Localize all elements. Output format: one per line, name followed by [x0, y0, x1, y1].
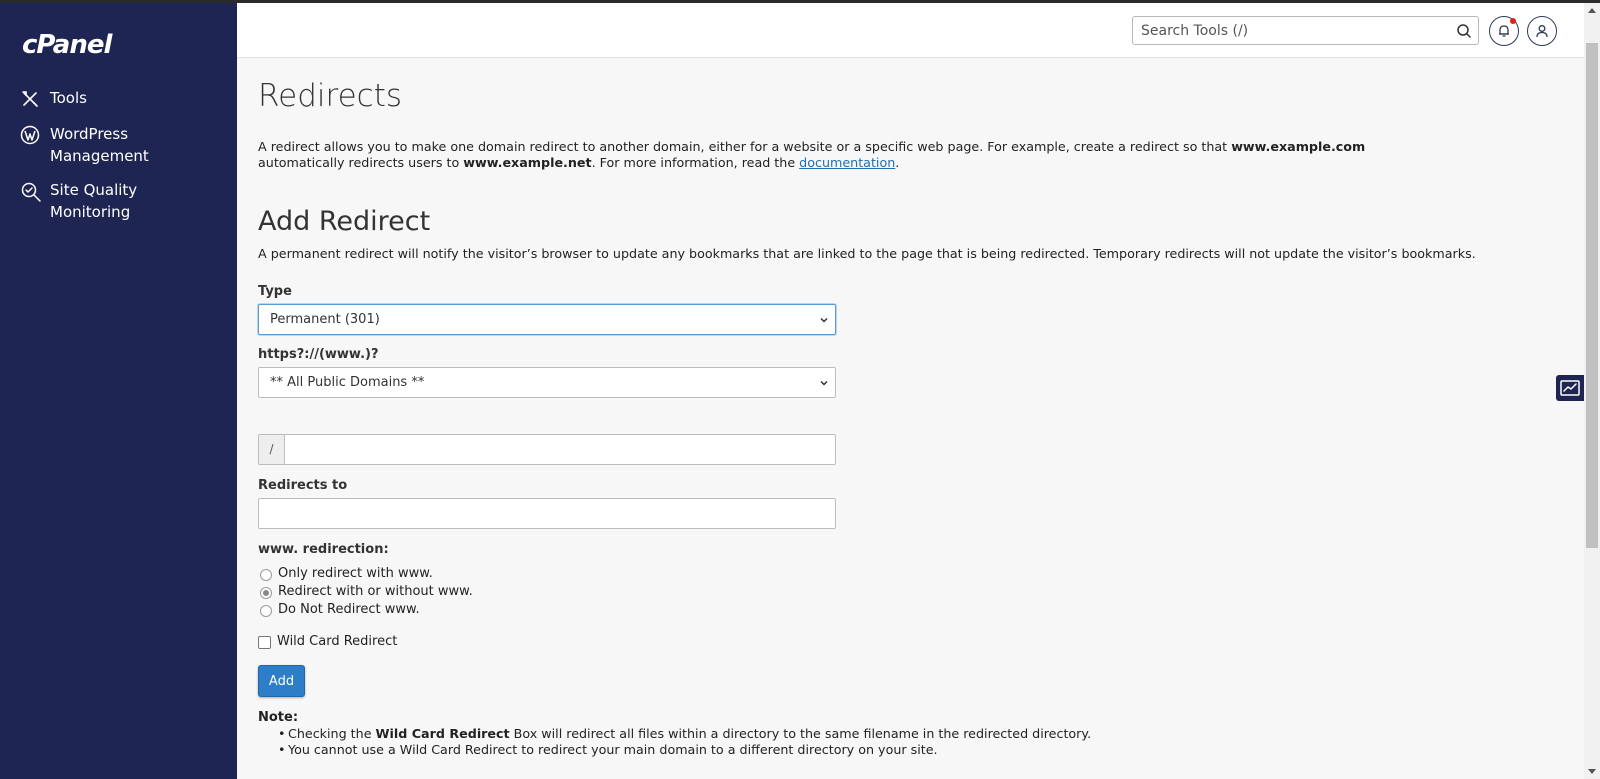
user-account-button[interactable]	[1527, 16, 1557, 46]
note-item: Checking the Wild Card Redirect Box will…	[278, 726, 1091, 742]
redirects-to-input[interactable]	[258, 498, 836, 529]
stats-widget-tab[interactable]	[1556, 375, 1584, 401]
radio-button[interactable]	[260, 569, 272, 581]
add-button[interactable]: Add	[258, 665, 305, 697]
domain-select[interactable]: ** All Public Domains **	[258, 367, 836, 398]
redirects-to-label: Redirects to	[258, 478, 348, 493]
path-input[interactable]	[286, 435, 834, 464]
type-select[interactable]: Permanent (301)	[258, 304, 836, 335]
note-item: You cannot use a Wild Card Redirect to r…	[278, 742, 1091, 758]
bell-icon	[1499, 25, 1509, 37]
radio-do-not-redirect-www[interactable]: Do Not Redirect www.	[260, 602, 420, 617]
add-redirect-description: A permanent redirect will notify the vis…	[258, 246, 1476, 261]
note-title: Note:	[258, 710, 299, 725]
notification-badge	[1510, 18, 1516, 24]
sidebar-item-label: Site Quality Monitoring	[50, 181, 138, 221]
intro-domain-example-net: www.example.net	[463, 155, 592, 170]
radio-label: Do Not Redirect www.	[278, 602, 420, 617]
note-text: Box will redirect all files within a dir…	[509, 726, 1092, 741]
page-title: Redirects	[258, 78, 402, 114]
radio-label: Redirect with or without www.	[278, 584, 473, 599]
radio-with-or-without-www[interactable]: Redirect with or without www.	[260, 584, 473, 599]
site-quality-icon	[20, 181, 42, 203]
scroll-thumb[interactable]	[1586, 43, 1598, 548]
chevron-down-icon	[820, 380, 828, 386]
sidebar-item-wordpress-management[interactable]: WordPress Management	[0, 123, 237, 167]
note-list: Checking the Wild Card Redirect Box will…	[278, 726, 1091, 758]
www-redirection-label: www. redirection:	[258, 542, 389, 557]
type-select-value: Permanent (301)	[270, 312, 380, 327]
scroll-down-arrow[interactable]	[1588, 769, 1596, 774]
domain-label: https?://(www.)?	[258, 347, 379, 362]
radio-button[interactable]	[260, 587, 272, 599]
type-label: Type	[258, 284, 292, 299]
path-input-group: /	[258, 434, 836, 465]
path-prefix: /	[259, 435, 285, 464]
chart-trend-icon	[1560, 380, 1580, 396]
note-text: Checking the	[288, 726, 376, 741]
page-scrollbar[interactable]	[1584, 3, 1600, 779]
note-text: You cannot use a Wild Card Redirect to r…	[288, 742, 938, 757]
wildcard-redirect-label: Wild Card Redirect	[277, 634, 398, 649]
radio-button[interactable]	[260, 605, 272, 617]
sidebar-item-label: WordPress Management	[50, 125, 149, 165]
search-tools[interactable]	[1132, 16, 1479, 45]
wildcard-redirect-checkbox[interactable]	[258, 636, 271, 649]
intro-text: A redirect allows you to make one domain…	[258, 139, 1438, 171]
wildcard-redirect-option[interactable]: Wild Card Redirect	[258, 634, 397, 649]
user-icon	[1536, 25, 1548, 38]
sidebar-item-label: Tools	[50, 89, 87, 107]
sidebar-nav: Tools WordPress Management Site Quality …	[0, 87, 237, 235]
intro-domain-example-com: www.example.com	[1231, 139, 1366, 154]
search-icon[interactable]	[1456, 23, 1472, 39]
intro-text-part: A redirect allows you to make one domain…	[258, 139, 1232, 154]
note-bold-text: Wild Card Redirect	[375, 726, 510, 741]
intro-text-part: . For more information, read the	[591, 155, 800, 170]
sidebar-item-site-quality-monitoring[interactable]: Site Quality Monitoring	[0, 179, 237, 223]
scroll-up-arrow[interactable]	[1588, 8, 1596, 13]
notifications-button[interactable]	[1489, 16, 1519, 46]
top-bar	[237, 3, 1584, 58]
sidebar-item-tools[interactable]: Tools	[0, 87, 237, 111]
radio-label: Only redirect with www.	[278, 566, 433, 581]
chevron-down-icon	[820, 317, 828, 323]
sidebar: cPanel Tools WordPress Management Site Q…	[0, 3, 237, 779]
domain-select-value: ** All Public Domains **	[270, 375, 425, 390]
add-redirect-heading: Add Redirect	[258, 206, 431, 237]
tools-icon	[20, 89, 42, 111]
documentation-link[interactable]: documentation	[799, 155, 895, 170]
intro-text-part: .	[895, 155, 900, 170]
window-top-border	[0, 0, 1600, 3]
wordpress-icon	[20, 125, 42, 147]
intro-text-part: automatically redirects users to	[258, 155, 464, 170]
search-input[interactable]	[1133, 17, 1433, 44]
cpanel-logo[interactable]: cPanel	[22, 30, 112, 60]
radio-only-with-www[interactable]: Only redirect with www.	[260, 566, 433, 581]
